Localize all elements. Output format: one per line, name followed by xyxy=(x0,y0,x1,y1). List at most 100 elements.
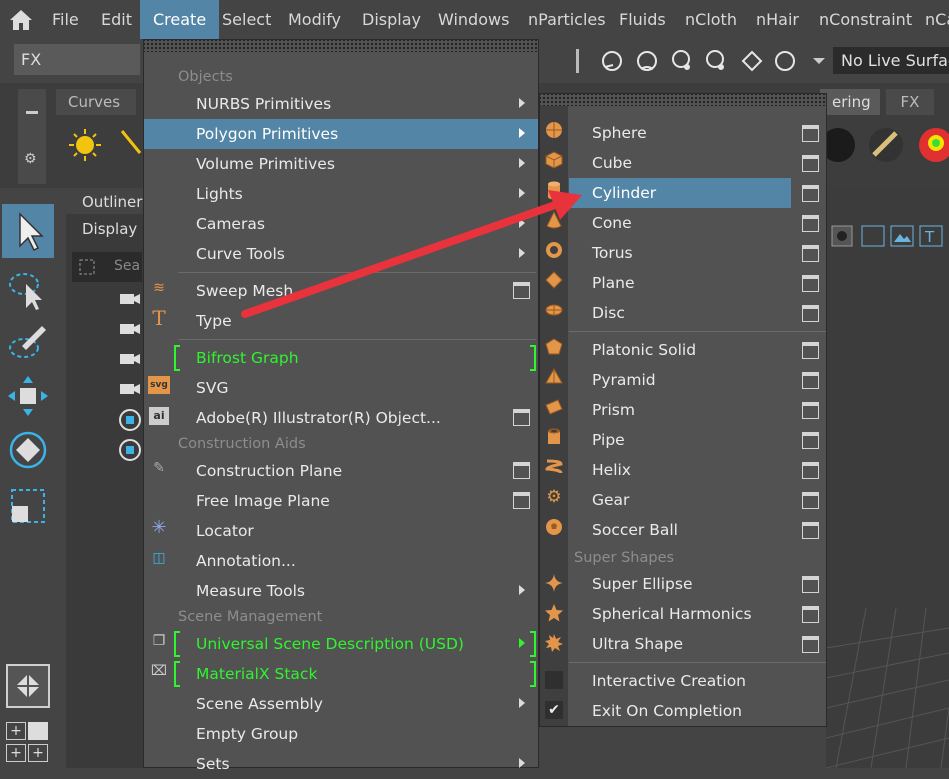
menu-display[interactable]: Display xyxy=(362,0,421,39)
menu-item-locator[interactable]: Locator xyxy=(144,516,538,546)
menu-item-platonic-solid[interactable]: Platonic Solid xyxy=(569,335,826,365)
menu-item-lights[interactable]: Lights xyxy=(144,179,538,209)
shelf-tab-rendering[interactable]: ering xyxy=(820,89,880,115)
menu-item-cube[interactable]: Cube xyxy=(569,148,826,178)
menu-item-type[interactable]: Type xyxy=(144,306,538,336)
plus-icon[interactable]: + xyxy=(28,744,48,762)
menu-item-illustrator-object[interactable]: Adobe(R) Illustrator(R) Object... xyxy=(144,403,538,433)
menu-item-curve-tools[interactable]: Curve Tools xyxy=(144,239,538,269)
option-box-icon[interactable] xyxy=(513,409,530,426)
plus-icon[interactable]: + xyxy=(6,722,26,740)
menu-item-svg[interactable]: SVG xyxy=(144,373,538,403)
menu-nparticles[interactable]: nParticles xyxy=(528,0,606,39)
menu-item-plane[interactable]: Plane xyxy=(569,268,826,298)
menu-item-interactive-creation[interactable]: Interactive Creation xyxy=(569,666,826,696)
paint-select-icon[interactable] xyxy=(6,320,50,364)
menu-create[interactable]: Create xyxy=(140,0,220,39)
move-tool-icon[interactable] xyxy=(6,374,50,418)
menu-item-exit-on-completion[interactable]: Exit On Completion xyxy=(569,696,826,726)
option-box-icon[interactable] xyxy=(513,282,530,299)
shelf-tab-curves[interactable]: Curves xyxy=(56,89,136,115)
menu-item-sweep-mesh[interactable]: Sweep Mesh xyxy=(144,276,538,306)
menu-item-sphere[interactable]: Sphere xyxy=(569,118,826,148)
interactive-creation-checkbox[interactable] xyxy=(545,671,563,689)
menu-item-materialx-stack[interactable]: MaterialX Stack xyxy=(144,659,538,689)
outliner-tab[interactable]: Outliner xyxy=(66,188,146,214)
menu-item-super-ellipse[interactable]: Super Ellipse xyxy=(569,569,826,599)
menu-windows[interactable]: Windows xyxy=(438,0,509,39)
shader-ball-icons[interactable] xyxy=(822,125,949,165)
menu-item-empty-group[interactable]: Empty Group xyxy=(144,719,538,749)
menu-item-spherical-harmonics[interactable]: Spherical Harmonics xyxy=(569,599,826,629)
menu-item-cameras[interactable]: Cameras xyxy=(144,209,538,239)
menu-item-construction-plane[interactable]: Construction Plane xyxy=(144,456,538,486)
option-box-icon[interactable] xyxy=(802,606,819,623)
option-box-icon[interactable] xyxy=(802,342,819,359)
menu-ncache[interactable]: nCa xyxy=(925,0,949,39)
outliner-display-menu[interactable]: Display xyxy=(66,216,146,242)
menu-item-sets[interactable]: Sets xyxy=(144,749,538,779)
option-box-icon[interactable] xyxy=(802,245,819,262)
viewport-toolbar-icons[interactable]: T xyxy=(826,222,949,250)
option-box-icon[interactable] xyxy=(802,492,819,509)
option-box-icon[interactable] xyxy=(802,215,819,232)
menu-item-cone[interactable]: Cone xyxy=(569,208,826,238)
menu-item-pipe[interactable]: Pipe xyxy=(569,425,826,455)
option-box-icon[interactable] xyxy=(802,522,819,539)
menu-modify[interactable]: Modify xyxy=(288,0,341,39)
layout-presets-button[interactable] xyxy=(6,664,50,708)
tear-off-handle[interactable] xyxy=(540,94,826,106)
menu-nconstraint[interactable]: nConstraint xyxy=(819,0,912,39)
menu-item-prism[interactable]: Prism xyxy=(569,395,826,425)
layout-single-icon[interactable] xyxy=(28,722,48,740)
option-box-icon[interactable] xyxy=(802,372,819,389)
gear-icon[interactable]: ⚙ xyxy=(24,151,37,167)
option-box-icon[interactable] xyxy=(802,185,819,202)
menu-item-soccer-ball[interactable]: Soccer Ball xyxy=(569,515,826,545)
menu-item-polygon-primitives[interactable]: Polygon Primitives xyxy=(144,119,538,149)
option-box-icon[interactable] xyxy=(802,576,819,593)
home-icon[interactable] xyxy=(8,8,34,32)
menu-select[interactable]: Select xyxy=(222,0,271,39)
option-box-icon[interactable] xyxy=(802,462,819,479)
option-box-icon[interactable] xyxy=(802,636,819,653)
shelf-collapse-icon[interactable] xyxy=(26,111,38,114)
plus-icon[interactable]: + xyxy=(6,744,26,762)
menu-set-selector[interactable]: FX xyxy=(14,44,140,75)
menu-file[interactable]: File xyxy=(52,0,79,39)
menu-item-volume-primitives[interactable]: Volume Primitives xyxy=(144,149,538,179)
light-icon[interactable] xyxy=(64,125,154,165)
option-box-icon[interactable] xyxy=(802,305,819,322)
menu-nhair[interactable]: nHair xyxy=(756,0,799,39)
menu-edit[interactable]: Edit xyxy=(101,0,132,39)
option-box-icon[interactable] xyxy=(802,432,819,449)
option-box-icon[interactable] xyxy=(513,462,530,479)
option-box-icon[interactable] xyxy=(802,275,819,292)
menu-item-nurbs-primitives[interactable]: NURBS Primitives xyxy=(144,89,538,119)
menu-item-torus[interactable]: Torus xyxy=(569,238,826,268)
select-tool[interactable] xyxy=(2,204,54,258)
menu-item-helix[interactable]: Helix xyxy=(569,455,826,485)
tear-off-handle[interactable] xyxy=(144,40,538,52)
menu-item-free-image-plane[interactable]: Free Image Plane xyxy=(144,486,538,516)
scale-tool-icon[interactable] xyxy=(6,484,50,528)
quick-layout-buttons[interactable]: + + + xyxy=(6,722,50,766)
exit-on-completion-checkbox[interactable]: ✔ xyxy=(545,701,563,719)
rotate-tool-icon[interactable] xyxy=(6,428,50,472)
shelf-tab-fx[interactable]: FX xyxy=(886,89,934,115)
option-box-icon[interactable] xyxy=(802,402,819,419)
menu-ncloth[interactable]: nCloth xyxy=(685,0,737,39)
menu-item-ultra-shape[interactable]: Ultra Shape xyxy=(569,629,826,659)
option-box-icon[interactable] xyxy=(513,492,530,509)
menu-item-measure-tools[interactable]: Measure Tools xyxy=(144,576,538,606)
outliner-search[interactable]: Sea xyxy=(72,252,142,282)
menu-item-disc[interactable]: Disc xyxy=(569,298,826,328)
menu-item-pyramid[interactable]: Pyramid xyxy=(569,365,826,395)
option-box-icon[interactable] xyxy=(802,125,819,142)
option-box-icon[interactable] xyxy=(802,155,819,172)
menu-item-cylinder[interactable]: Cylinder xyxy=(569,178,791,208)
menu-item-gear[interactable]: Gear xyxy=(569,485,826,515)
menu-item-annotation[interactable]: Annotation... xyxy=(144,546,538,576)
menu-fluids[interactable]: Fluids xyxy=(619,0,666,39)
lasso-tool-icon[interactable] xyxy=(6,268,50,312)
